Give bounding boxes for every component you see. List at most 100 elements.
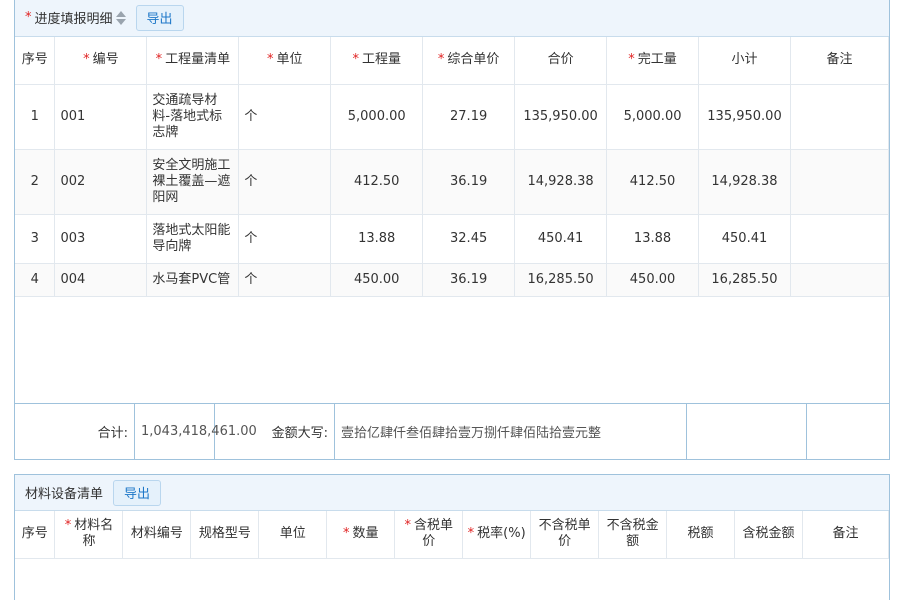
materials-column-label: 不含税单价 — [538, 518, 591, 550]
progress-column-header[interactable]: * 综合单价 — [422, 37, 516, 85]
row-amount: 16,285.50 — [514, 263, 608, 297]
materials-table-header: 序号 * 材料名称 材料编号 规格型号 单位 * 数量 * 含税单价 * 税率(%) 不含税单价 不含税金… — [15, 511, 890, 559]
progress-panel-header: * 进度填报明细 导出 — [15, 0, 889, 37]
progress-column-label: 完工量 — [637, 52, 677, 68]
required-marker: * — [467, 526, 475, 542]
materials-column-label: 数量 — [352, 526, 379, 542]
row-code: 003 — [54, 214, 148, 264]
amount-in-words-label: 金额大写: — [215, 403, 335, 460]
progress-column-header[interactable]: * 单位 — [238, 37, 332, 85]
sort-icon[interactable] — [115, 10, 126, 26]
materials-column-label: 含税单价 — [413, 518, 453, 550]
progress-table-header: 序号 * 编号 * 工程量清单 * 单位 * 工程量 * 综合单价 合价 * 完工量 小计 备注 — [15, 37, 890, 85]
progress-column-header[interactable]: 备注 — [790, 37, 890, 85]
progress-column-label: 工程量 — [361, 52, 401, 68]
row-unit: 个 — [238, 149, 332, 215]
progress-column-header[interactable]: * 工程量 — [330, 37, 424, 85]
required-marker: * — [404, 518, 411, 534]
row-qty: 13.88 — [330, 214, 424, 264]
materials-column-header[interactable]: * 材料名称 — [54, 511, 124, 559]
table-row[interactable]: 4 004 水马套PVC管个 450.00 36.19 16,285.50 450.00 16… — [15, 263, 890, 297]
row-remark — [790, 214, 890, 264]
materials-table: 序号 * 材料名称 材料编号 规格型号 单位 * 数量 * 含税单价 * 税率(%) 不含税单价 不含税金… — [15, 511, 890, 559]
footer-blank-cell — [807, 404, 889, 460]
row-qty: 5,000.00 — [330, 84, 424, 150]
row-remark — [790, 263, 890, 297]
row-subtotal: 450.41 — [698, 214, 791, 264]
row-unit-price: 32.45 — [422, 214, 516, 264]
materials-panel-title: 材料设备清单 — [25, 487, 104, 502]
materials-panel-header: 材料设备清单 导出 — [15, 475, 889, 511]
materials-column-header[interactable]: * 含税单价 — [394, 511, 464, 559]
required-marker: * — [83, 52, 90, 68]
row-unit: 个 — [238, 214, 332, 264]
required-marker: * — [343, 526, 350, 542]
progress-column-label: 小计 — [731, 52, 758, 68]
required-marker: * — [628, 52, 635, 68]
row-item: 交通疏导材料-落地式标志牌 — [146, 84, 240, 150]
materials-column-header[interactable]: 单位 — [258, 511, 328, 559]
progress-column-header[interactable]: * 工程量清单 — [146, 37, 240, 85]
materials-column-header[interactable]: 备注 — [802, 511, 890, 559]
progress-column-label: 序号 — [21, 52, 48, 68]
materials-column-label: 含税金额 — [742, 526, 795, 542]
row-done-qty: 5,000.00 — [606, 84, 700, 150]
progress-export-button[interactable]: 导出 — [135, 4, 184, 31]
progress-column-label: 工程量清单 — [165, 52, 231, 68]
row-subtotal: 14,928.38 — [698, 149, 791, 215]
progress-panel-title: 进度填报明细 — [34, 12, 113, 27]
required-marker: * — [267, 52, 274, 68]
progress-column-header[interactable]: 合价 — [514, 37, 608, 85]
progress-column-label: 合价 — [547, 52, 574, 68]
total-label: 合计: — [15, 403, 135, 460]
progress-table: 序号 * 编号 * 工程量清单 * 单位 * 工程量 * 综合单价 合价 * 完工量 小计 备注 1 001 交通… — [15, 37, 890, 297]
row-seq: 2 — [15, 149, 56, 215]
row-done-qty: 412.50 — [606, 149, 700, 215]
row-item: 落地式太阳能导向牌 — [146, 214, 240, 264]
table-row[interactable]: 3 003 落地式太阳能导向牌个 13.88 32.45 450.41 13.88 450.4… — [15, 214, 890, 264]
row-seq: 1 — [15, 84, 56, 150]
materials-column-label: 税率(%) — [477, 526, 526, 542]
materials-column-header[interactable]: 规格型号 — [190, 511, 260, 559]
table-row[interactable]: 2 002 安全文明施工裸土覆盖—遮阳网个 412.50 36.19 14,928.38 4… — [15, 149, 890, 215]
row-code: 001 — [54, 84, 148, 150]
progress-column-label: 备注 — [826, 52, 853, 68]
progress-column-label: 编号 — [92, 52, 119, 68]
row-subtotal: 16,285.50 — [698, 263, 791, 297]
row-remark — [790, 149, 890, 215]
row-done-qty: 450.00 — [606, 263, 700, 297]
row-qty: 412.50 — [330, 149, 424, 215]
materials-export-button[interactable]: 导出 — [113, 479, 162, 506]
materials-column-header[interactable]: 不含税单价 — [530, 511, 600, 559]
progress-column-header[interactable]: 小计 — [698, 37, 791, 85]
required-marker: * — [352, 52, 359, 68]
progress-column-header[interactable]: * 编号 — [54, 37, 148, 85]
row-seq: 4 — [15, 263, 56, 297]
materials-column-label: 不含税金额 — [606, 518, 659, 550]
row-subtotal: 135,950.00 — [698, 84, 791, 150]
row-unit-price: 27.19 — [422, 84, 516, 150]
progress-table-empty-area — [15, 297, 889, 404]
progress-table-footer: 合计: 1,043,418,461.00 金额大写: 壹拾亿肆仟叁佰肆拾壹万捌仟… — [15, 403, 889, 460]
materials-column-label: 规格型号 — [198, 526, 251, 542]
materials-column-header[interactable]: * 数量 — [326, 511, 396, 559]
row-qty: 450.00 — [330, 263, 424, 297]
materials-column-header[interactable]: 不含税金额 — [598, 511, 668, 559]
materials-column-label: 材料名称 — [74, 518, 114, 550]
progress-column-header[interactable]: 序号 — [15, 37, 56, 85]
progress-column-header[interactable]: * 完工量 — [606, 37, 700, 85]
row-done-qty: 13.88 — [606, 214, 700, 264]
materials-column-label: 序号 — [21, 526, 48, 542]
materials-column-header[interactable]: 含税金额 — [734, 511, 803, 559]
row-unit: 个 — [238, 84, 332, 150]
total-value: 1,043,418,461.00 — [135, 403, 257, 460]
materials-column-header[interactable]: 材料编号 — [122, 511, 192, 559]
table-row[interactable]: 1 001 交通疏导材料-落地式标志牌个 5,000.00 27.19 135,950.0… — [15, 84, 890, 150]
row-seq: 3 — [15, 214, 56, 264]
materials-column-header[interactable]: 序号 — [15, 511, 56, 559]
row-item: 水马套PVC管 — [146, 263, 240, 297]
required-marker: * — [25, 10, 32, 25]
materials-column-header[interactable]: 税额 — [666, 511, 735, 559]
materials-column-header[interactable]: * 税率(%) — [462, 511, 532, 559]
row-amount: 135,950.00 — [514, 84, 608, 150]
